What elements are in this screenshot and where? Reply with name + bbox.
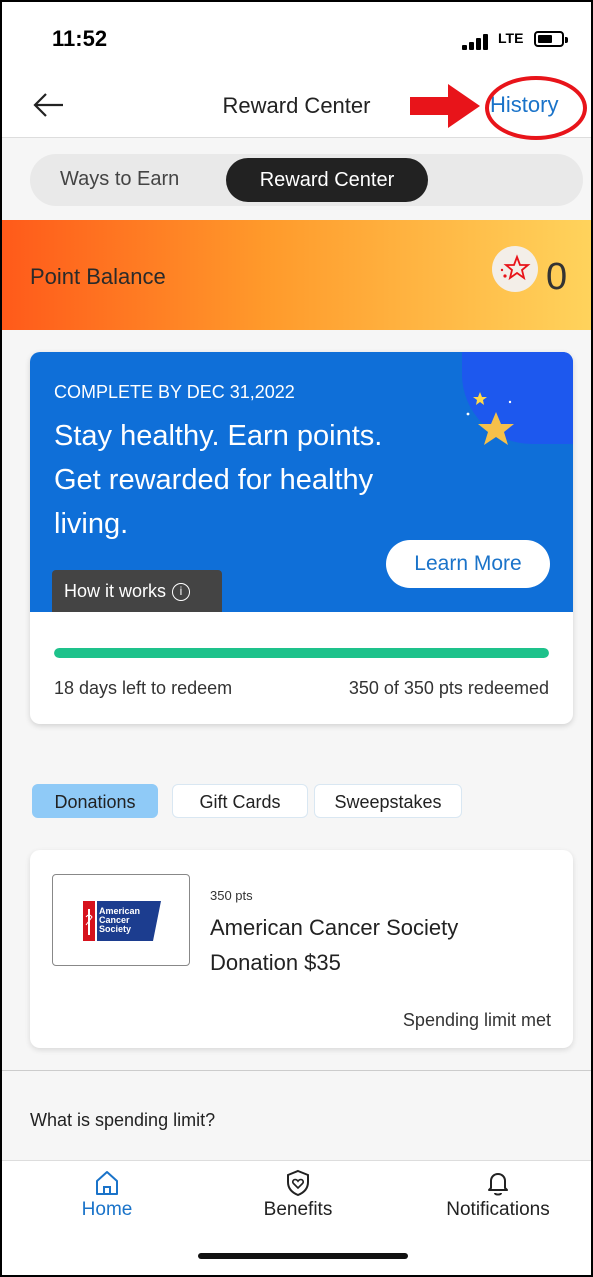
status-time: 11:52 <box>52 26 108 51</box>
tab-home-label: Home <box>81 1199 133 1220</box>
annotation-circle <box>485 76 587 140</box>
segmented-control: Ways to Earn Reward Center <box>30 154 583 206</box>
battery-icon <box>534 31 568 47</box>
reward-item-card[interactable]: American Cancer Society 350 pts American… <box>30 850 573 1048</box>
home-indicator <box>198 1253 408 1259</box>
info-icon: i <box>172 583 191 602</box>
redeem-progress-fill <box>54 648 549 658</box>
spending-limit-link[interactable]: What is spending limit? <box>30 1110 215 1131</box>
promo-card: COMPLETE BY DEC 31,2022 Stay healthy. Ea… <box>30 352 573 724</box>
how-it-works-label: How it works <box>64 581 167 601</box>
promo-headline: Stay healthy. Earn points. Get rewarded … <box>54 420 383 540</box>
nav-bar: Reward Center History <box>2 74 591 140</box>
learn-more-button[interactable]: Learn More <box>386 540 550 588</box>
reward-status: Spending limit met <box>402 1010 551 1030</box>
chip-gift-cards[interactable]: Gift Cards <box>172 784 308 818</box>
point-balance-banner: Point Balance 0 <box>2 220 591 330</box>
status-bar: 11:52 LTE <box>2 2 591 74</box>
chip-donations[interactable]: Donations <box>32 784 158 818</box>
tab-notifications-label: Notifications <box>446 1199 550 1220</box>
days-left-text: 18 days left to redeem <box>54 678 233 698</box>
app-frame: 11:52 LTE Reward Center History Ways to … <box>0 0 593 1277</box>
annotation-arrow-icon <box>410 84 480 128</box>
promo-deadline: COMPLETE BY DEC 31,2022 <box>54 382 295 402</box>
tab-benefits[interactable]: Benefits <box>248 1169 348 1221</box>
star-points-icon <box>492 246 538 292</box>
redeem-progress-bar <box>54 648 549 658</box>
tab-notifications[interactable]: Notifications <box>438 1169 558 1221</box>
points-redeemed-text: 350 of 350 pts redeemed <box>348 678 549 698</box>
point-balance-label: Point Balance <box>30 264 166 289</box>
tab-home[interactable]: Home <box>72 1169 142 1221</box>
chip-sweepstakes[interactable]: Sweepstakes <box>314 784 462 818</box>
shield-heart-icon <box>287 1169 309 1197</box>
tab-reward-center[interactable]: Reward Center <box>226 158 428 202</box>
tab-benefits-label: Benefits <box>263 1199 333 1220</box>
reward-points: 350 pts <box>210 888 253 903</box>
stars-icon <box>466 392 514 445</box>
acs-logo-text: American Cancer Society <box>99 906 141 934</box>
signal-icon <box>462 34 496 50</box>
promo-banner: COMPLETE BY DEC 31,2022 Stay healthy. Ea… <box>30 352 573 612</box>
bell-icon <box>488 1173 508 1196</box>
network-label: LTE <box>498 30 524 46</box>
reward-title: American Cancer Society Donation $35 <box>210 915 459 975</box>
tab-ways-to-earn[interactable]: Ways to Earn <box>60 168 179 191</box>
bottom-tab-bar: Home Benefits Notifications <box>2 1160 591 1275</box>
home-icon <box>96 1171 118 1195</box>
how-it-works-button[interactable]: How it works i <box>52 570 222 612</box>
point-balance-value: 0 <box>546 256 568 298</box>
reward-logo: American Cancer Society <box>52 874 190 966</box>
